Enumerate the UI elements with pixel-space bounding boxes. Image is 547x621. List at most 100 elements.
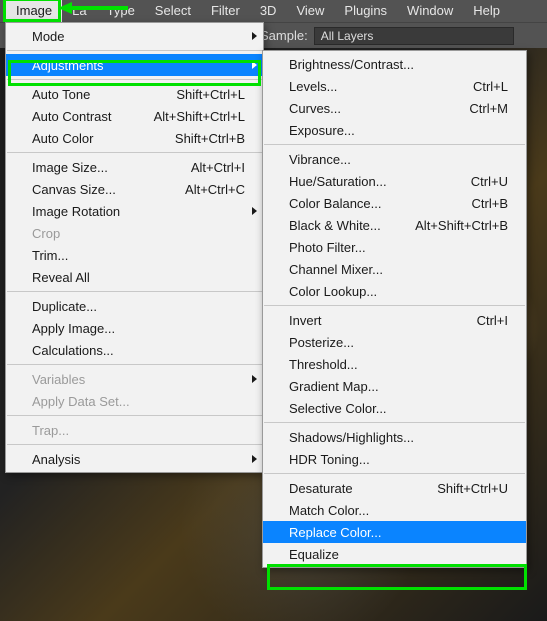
menu-item-label: Exposure... (289, 122, 508, 139)
menu-item-channel-mixer[interactable]: Channel Mixer... (263, 258, 526, 280)
menu-item-shortcut: Alt+Shift+Ctrl+L (154, 108, 245, 125)
menu-item-label: Image Rotation (32, 203, 245, 220)
menubar-item-plugins[interactable]: Plugins (334, 0, 397, 22)
menu-item-label: Gradient Map... (289, 378, 508, 395)
menu-item-reveal-all[interactable]: Reveal All (6, 266, 263, 288)
menu-item-shortcut: Shift+Ctrl+B (175, 130, 245, 147)
menu-item-replace-color[interactable]: Replace Color... (263, 521, 526, 543)
menu-separator (264, 305, 525, 306)
menu-item-crop: Crop (6, 222, 263, 244)
menu-item-hue-saturation[interactable]: Hue/Saturation...Ctrl+U (263, 170, 526, 192)
menu-item-exposure[interactable]: Exposure... (263, 119, 526, 141)
chevron-right-icon (252, 455, 257, 463)
menu-item-shortcut: Alt+Ctrl+I (191, 159, 245, 176)
menu-item-label: Photo Filter... (289, 239, 508, 256)
menu-item-trap: Trap... (6, 419, 263, 441)
menu-item-vibrance[interactable]: Vibrance... (263, 148, 526, 170)
menu-item-equalize[interactable]: Equalize (263, 543, 526, 565)
menu-item-shortcut: Ctrl+U (471, 173, 508, 190)
menu-item-posterize[interactable]: Posterize... (263, 331, 526, 353)
chevron-right-icon (252, 32, 257, 40)
menu-item-shadows-highlights[interactable]: Shadows/Highlights... (263, 426, 526, 448)
menu-item-selective-color[interactable]: Selective Color... (263, 397, 526, 419)
menu-item-label: Equalize (289, 546, 508, 563)
menubar-item-filter[interactable]: Filter (201, 0, 250, 22)
menu-item-canvas-size[interactable]: Canvas Size...Alt+Ctrl+C (6, 178, 263, 200)
menu-item-label: Auto Tone (32, 86, 160, 103)
sample-dropdown[interactable]: All Layers (314, 27, 514, 45)
menubar-item-view[interactable]: View (286, 0, 334, 22)
menu-item-calculations[interactable]: Calculations... (6, 339, 263, 361)
menu-separator (264, 473, 525, 474)
menu-separator (7, 152, 262, 153)
adjustments-submenu: Brightness/Contrast...Levels...Ctrl+LCur… (262, 50, 527, 568)
menu-item-label: HDR Toning... (289, 451, 508, 468)
menu-item-shortcut: Alt+Shift+Ctrl+B (415, 217, 508, 234)
menu-item-adjustments[interactable]: Adjustments (6, 54, 263, 76)
chevron-right-icon (252, 375, 257, 383)
menu-item-label: Canvas Size... (32, 181, 169, 198)
menu-item-brightness-contrast[interactable]: Brightness/Contrast... (263, 53, 526, 75)
menu-separator (264, 422, 525, 423)
menu-separator (7, 364, 262, 365)
menu-item-label: Black & White... (289, 217, 399, 234)
menu-item-shortcut: Shift+Ctrl+U (437, 480, 508, 497)
menubar-item-select[interactable]: Select (145, 0, 201, 22)
menu-item-apply-image[interactable]: Apply Image... (6, 317, 263, 339)
menu-item-label: Crop (32, 225, 245, 242)
menu-item-photo-filter[interactable]: Photo Filter... (263, 236, 526, 258)
menu-item-color-balance[interactable]: Color Balance...Ctrl+B (263, 192, 526, 214)
menu-item-label: Channel Mixer... (289, 261, 508, 278)
menu-item-label: Trim... (32, 247, 245, 264)
menu-item-hdr-toning[interactable]: HDR Toning... (263, 448, 526, 470)
image-menu: ModeAdjustmentsAuto ToneShift+Ctrl+LAuto… (5, 22, 264, 473)
menu-item-label: Posterize... (289, 334, 508, 351)
menubar-item-3d[interactable]: 3D (250, 0, 287, 22)
menu-item-analysis[interactable]: Analysis (6, 448, 263, 470)
menu-separator (7, 291, 262, 292)
menu-item-label: Apply Image... (32, 320, 245, 337)
menu-item-curves[interactable]: Curves...Ctrl+M (263, 97, 526, 119)
menu-item-apply-data-set: Apply Data Set... (6, 390, 263, 412)
menubar: ImageLaTypeSelectFilter3DViewPluginsWind… (0, 0, 547, 22)
menu-item-match-color[interactable]: Match Color... (263, 499, 526, 521)
menu-item-duplicate[interactable]: Duplicate... (6, 295, 263, 317)
menu-item-auto-color[interactable]: Auto ColorShift+Ctrl+B (6, 127, 263, 149)
menu-item-label: Image Size... (32, 159, 175, 176)
menu-item-black-white[interactable]: Black & White... Alt+Shift+Ctrl+B (263, 214, 526, 236)
menubar-item-type[interactable]: Type (97, 0, 145, 22)
menu-item-shortcut: Ctrl+I (477, 312, 508, 329)
menu-item-label: Calculations... (32, 342, 245, 359)
menu-item-label: Color Lookup... (289, 283, 508, 300)
menu-item-mode[interactable]: Mode (6, 25, 263, 47)
menubar-item-window[interactable]: Window (397, 0, 463, 22)
sample-label: Sample: (260, 28, 308, 43)
menu-item-levels[interactable]: Levels...Ctrl+L (263, 75, 526, 97)
menu-item-label: Auto Contrast (32, 108, 138, 125)
menubar-item-help[interactable]: Help (463, 0, 510, 22)
menu-item-gradient-map[interactable]: Gradient Map... (263, 375, 526, 397)
menu-item-auto-tone[interactable]: Auto ToneShift+Ctrl+L (6, 83, 263, 105)
menu-item-label: Reveal All (32, 269, 245, 286)
menu-item-threshold[interactable]: Threshold... (263, 353, 526, 375)
menu-item-label: Threshold... (289, 356, 508, 373)
menu-item-auto-contrast[interactable]: Auto Contrast Alt+Shift+Ctrl+L (6, 105, 263, 127)
menu-item-shortcut: Ctrl+L (473, 78, 508, 95)
menu-item-trim[interactable]: Trim... (6, 244, 263, 266)
menu-item-label: Shadows/Highlights... (289, 429, 508, 446)
chevron-right-icon (252, 61, 257, 69)
menu-item-image-size[interactable]: Image Size... Alt+Ctrl+I (6, 156, 263, 178)
menu-item-desaturate[interactable]: DesaturateShift+Ctrl+U (263, 477, 526, 499)
menu-item-color-lookup[interactable]: Color Lookup... (263, 280, 526, 302)
menubar-item-image[interactable]: Image (6, 0, 62, 22)
menu-item-label: Mode (32, 28, 245, 45)
menu-item-label: Color Balance... (289, 195, 456, 212)
menubar-item-la[interactable]: La (62, 0, 96, 22)
menu-item-label: Selective Color... (289, 400, 508, 417)
menu-item-label: Variables (32, 371, 245, 388)
menu-item-label: Duplicate... (32, 298, 245, 315)
menu-item-label: Match Color... (289, 502, 508, 519)
menu-item-image-rotation[interactable]: Image Rotation (6, 200, 263, 222)
menu-item-invert[interactable]: InvertCtrl+I (263, 309, 526, 331)
menu-item-label: Adjustments (32, 57, 245, 74)
